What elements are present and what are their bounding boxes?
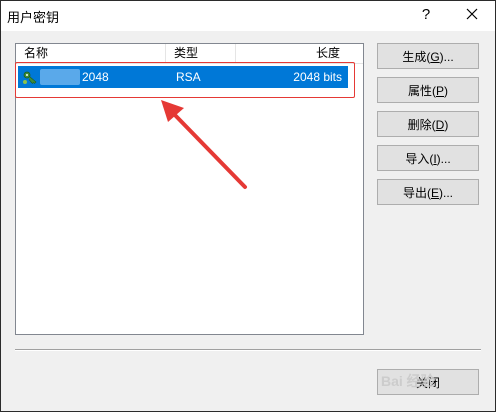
close-icon [466, 8, 478, 20]
list-header: 名称 类型 长度 [16, 44, 363, 64]
delete-label: 删除( [407, 118, 436, 132]
delete-button[interactable]: 删除(D) [377, 111, 479, 137]
table-row[interactable]: 2048 RSA 2048 bits [18, 66, 348, 88]
divider [15, 349, 481, 351]
column-header-type[interactable]: 类型 [166, 44, 236, 63]
generate-label: 生成( [402, 50, 431, 64]
close-dialog-label: 关闭 [415, 376, 440, 390]
import-label: 导入( [405, 152, 434, 166]
export-button[interactable]: 导出(E)... [377, 179, 479, 205]
key-type: RSA [176, 70, 201, 84]
export-shortcut: E [430, 186, 439, 200]
close-dialog-button[interactable]: 关闭 [377, 369, 479, 395]
column-header-length[interactable]: 长度 [236, 44, 340, 63]
export-label: 导出( [402, 186, 431, 200]
key-list[interactable]: 名称 类型 长度 2048 RSA 2048 bits [15, 43, 364, 335]
import-button[interactable]: 导入(I)... [377, 145, 479, 171]
properties-suffix: ) [444, 84, 448, 98]
generate-button[interactable]: 生成(G)... [377, 43, 479, 69]
properties-button[interactable]: 属性(P) [377, 77, 479, 103]
delete-suffix: ) [444, 118, 449, 132]
window-title: 用户密钥 [7, 10, 60, 25]
properties-label: 属性( [407, 84, 436, 98]
key-length: 2048 bits [293, 70, 342, 84]
properties-shortcut: P [435, 84, 444, 98]
generate-shortcut: G [430, 50, 440, 64]
key-icon [23, 71, 37, 84]
column-header-name[interactable]: 名称 [16, 44, 166, 63]
user-keys-dialog: 用户密钥 ? 名称 类型 长度 2048 RSA 2048 bits 生成(G)… [0, 0, 496, 412]
title-bar: 用户密钥 ? [1, 1, 495, 31]
close-window-button[interactable] [455, 3, 489, 27]
redacted-name [40, 69, 80, 85]
export-suffix: )... [439, 186, 453, 200]
help-button[interactable]: ? [411, 3, 441, 27]
key-name: 2048 [82, 70, 109, 84]
import-suffix: )... [436, 152, 451, 166]
generate-suffix: )... [439, 50, 454, 64]
